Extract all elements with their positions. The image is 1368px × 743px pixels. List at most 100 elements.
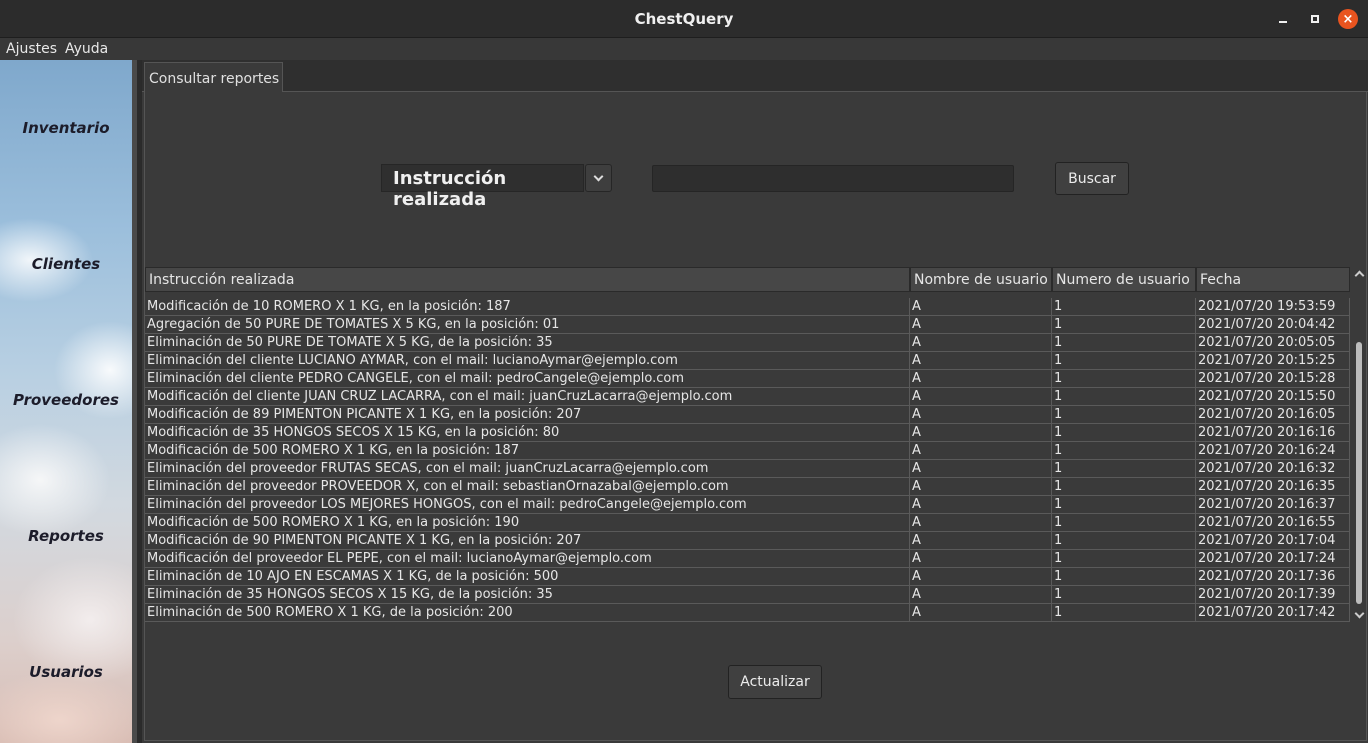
column-header-nombre-usuario[interactable]: Nombre de usuario bbox=[910, 267, 1052, 292]
cell-nombre-usuario: A bbox=[910, 478, 1052, 496]
cell-instruccion: Eliminación de 500 ROMERO X 1 KG, de la … bbox=[145, 604, 910, 622]
sidebar-item-proveedores[interactable]: Proveedores bbox=[0, 391, 132, 409]
minimize-button[interactable] bbox=[1273, 9, 1293, 29]
cell-instruccion: Modificación de 89 PIMENTON PICANTE X 1 … bbox=[145, 406, 910, 424]
cell-numero-usuario: 1 bbox=[1052, 442, 1196, 460]
cell-instruccion: Agregación de 50 PURE DE TOMATES X 5 KG,… bbox=[145, 316, 910, 334]
main-panel: Consultar reportes Instrucción realizada… bbox=[141, 60, 1368, 743]
column-header-numero-usuario[interactable]: Numero de usuario bbox=[1052, 267, 1196, 292]
title-bar: ChestQuery × bbox=[0, 0, 1368, 38]
tab-consultar-reportes[interactable]: Consultar reportes bbox=[144, 62, 283, 92]
close-button[interactable]: × bbox=[1338, 9, 1358, 29]
sidebar-item-clientes[interactable]: Clientes bbox=[0, 255, 132, 273]
search-button[interactable]: Buscar bbox=[1055, 162, 1129, 195]
maximize-icon bbox=[1311, 15, 1319, 23]
cell-fecha: 2021/07/20 20:15:50 bbox=[1196, 388, 1350, 406]
cell-numero-usuario: 1 bbox=[1052, 604, 1196, 622]
cell-numero-usuario: 1 bbox=[1052, 586, 1196, 604]
cell-instruccion: Modificación de 10 ROMERO X 1 KG, en la … bbox=[145, 298, 910, 316]
table-row[interactable]: Modificación de 35 HONGOS SECOS X 15 KG,… bbox=[145, 424, 1350, 442]
maximize-button[interactable] bbox=[1305, 9, 1325, 29]
cell-nombre-usuario: A bbox=[910, 568, 1052, 586]
table-row[interactable]: Eliminación de 10 AJO EN ESCAMAS X 1 KG,… bbox=[145, 568, 1350, 586]
cell-numero-usuario: 1 bbox=[1052, 388, 1196, 406]
table-row[interactable]: Modificación del proveedor EL PEPE, con … bbox=[145, 550, 1350, 568]
cell-instruccion: Eliminación de 10 AJO EN ESCAMAS X 1 KG,… bbox=[145, 568, 910, 586]
cell-instruccion: Eliminación del cliente PEDRO CANGELE, c… bbox=[145, 370, 910, 388]
cell-numero-usuario: 1 bbox=[1052, 424, 1196, 442]
cell-fecha: 2021/07/20 20:05:05 bbox=[1196, 334, 1350, 352]
table-header: Instrucción realizada Nombre de usuario … bbox=[145, 267, 1350, 292]
sidebar: Inventario Clientes Proveedores Reportes… bbox=[0, 60, 137, 743]
refresh-button[interactable]: Actualizar bbox=[728, 665, 822, 699]
reports-table: Instrucción realizada Nombre de usuario … bbox=[145, 267, 1350, 623]
cell-fecha: 2021/07/20 19:53:59 bbox=[1196, 298, 1350, 316]
table-row[interactable]: Eliminación de 500 ROMERO X 1 KG, de la … bbox=[145, 604, 1350, 622]
table-row[interactable]: Modificación del cliente JUAN CRUZ LACAR… bbox=[145, 388, 1350, 406]
scroll-down-icon[interactable] bbox=[1354, 610, 1364, 620]
cell-numero-usuario: 1 bbox=[1052, 532, 1196, 550]
cell-instruccion: Modificación de 90 PIMENTON PICANTE X 1 … bbox=[145, 532, 910, 550]
table-row[interactable]: Eliminación del cliente LUCIANO AYMAR, c… bbox=[145, 352, 1350, 370]
scroll-thumb[interactable] bbox=[1356, 342, 1362, 604]
table-row[interactable]: Eliminación de 50 PURE DE TOMATE X 5 KG,… bbox=[145, 334, 1350, 352]
table-body: Modificación de 10 ROMERO X 1 KG, en la … bbox=[145, 292, 1350, 623]
table-row[interactable]: Eliminación del proveedor PROVEEDOR X, c… bbox=[145, 478, 1350, 496]
cell-fecha: 2021/07/20 20:16:16 bbox=[1196, 424, 1350, 442]
column-header-fecha[interactable]: Fecha bbox=[1196, 267, 1350, 292]
cell-fecha: 2021/07/20 20:17:24 bbox=[1196, 550, 1350, 568]
cell-instruccion: Eliminación del proveedor LOS MEJORES HO… bbox=[145, 496, 910, 514]
cell-fecha: 2021/07/20 20:17:42 bbox=[1196, 604, 1350, 622]
cell-numero-usuario: 1 bbox=[1052, 550, 1196, 568]
cell-nombre-usuario: A bbox=[910, 334, 1052, 352]
table-row[interactable]: Eliminación del proveedor LOS MEJORES HO… bbox=[145, 496, 1350, 514]
cell-fecha: 2021/07/20 20:16:37 bbox=[1196, 496, 1350, 514]
menu-ayuda[interactable]: Ayuda bbox=[65, 41, 108, 57]
table-row[interactable]: Eliminación de 35 HONGOS SECOS X 15 KG, … bbox=[145, 586, 1350, 604]
cell-nombre-usuario: A bbox=[910, 496, 1052, 514]
cell-numero-usuario: 1 bbox=[1052, 298, 1196, 316]
close-icon: × bbox=[1342, 11, 1354, 27]
menu-ajustes[interactable]: Ajustes bbox=[6, 41, 57, 57]
cell-numero-usuario: 1 bbox=[1052, 478, 1196, 496]
sidebar-item-reportes[interactable]: Reportes bbox=[0, 527, 132, 545]
cell-nombre-usuario: A bbox=[910, 604, 1052, 622]
table-row[interactable]: Agregación de 50 PURE DE TOMATES X 5 KG,… bbox=[145, 316, 1350, 334]
cell-instruccion: Eliminación de 50 PURE DE TOMATE X 5 KG,… bbox=[145, 334, 910, 352]
filter-dropdown-button[interactable] bbox=[585, 164, 612, 192]
cell-fecha: 2021/07/20 20:15:28 bbox=[1196, 370, 1350, 388]
chevron-down-icon bbox=[593, 171, 604, 181]
cell-nombre-usuario: A bbox=[910, 514, 1052, 532]
cell-instruccion: Eliminación del proveedor PROVEEDOR X, c… bbox=[145, 478, 910, 496]
filter-column-select[interactable]: Instrucción realizada bbox=[381, 164, 584, 210]
table-row[interactable]: Modificación de 500 ROMERO X 1 KG, en la… bbox=[145, 514, 1350, 532]
table-row[interactable]: Eliminación del cliente PEDRO CANGELE, c… bbox=[145, 370, 1350, 388]
cell-fecha: 2021/07/20 20:17:39 bbox=[1196, 586, 1350, 604]
cell-numero-usuario: 1 bbox=[1052, 316, 1196, 334]
cell-instruccion: Eliminación del cliente LUCIANO AYMAR, c… bbox=[145, 352, 910, 370]
cell-numero-usuario: 1 bbox=[1052, 496, 1196, 514]
cell-numero-usuario: 1 bbox=[1052, 568, 1196, 586]
table-scrollbar[interactable] bbox=[1352, 267, 1366, 623]
cell-instruccion: Modificación del proveedor EL PEPE, con … bbox=[145, 550, 910, 568]
cell-numero-usuario: 1 bbox=[1052, 406, 1196, 424]
table-row[interactable]: Eliminación del proveedor FRUTAS SECAS, … bbox=[145, 460, 1350, 478]
cell-fecha: 2021/07/20 20:16:32 bbox=[1196, 460, 1350, 478]
search-input[interactable] bbox=[652, 165, 1014, 192]
table-row[interactable]: Modificación de 500 ROMERO X 1 KG, en la… bbox=[145, 442, 1350, 460]
column-header-instruccion[interactable]: Instrucción realizada bbox=[145, 267, 910, 292]
cell-instruccion: Modificación de 500 ROMERO X 1 KG, en la… bbox=[145, 514, 910, 532]
cell-fecha: 2021/07/20 20:15:25 bbox=[1196, 352, 1350, 370]
reports-content: Instrucción realizada Buscar Instrucción… bbox=[144, 92, 1367, 741]
table-row[interactable]: Modificación de 90 PIMENTON PICANTE X 1 … bbox=[145, 532, 1350, 550]
table-row[interactable]: Modificación de 89 PIMENTON PICANTE X 1 … bbox=[145, 406, 1350, 424]
table-row[interactable]: Modificación de 10 ROMERO X 1 KG, en la … bbox=[145, 298, 1350, 316]
cell-nombre-usuario: A bbox=[910, 298, 1052, 316]
sidebar-item-inventario[interactable]: Inventario bbox=[0, 119, 132, 137]
scroll-up-icon[interactable] bbox=[1354, 269, 1364, 279]
cell-fecha: 2021/07/20 20:17:04 bbox=[1196, 532, 1350, 550]
cell-nombre-usuario: A bbox=[910, 352, 1052, 370]
sidebar-item-usuarios[interactable]: Usuarios bbox=[0, 663, 132, 681]
cell-numero-usuario: 1 bbox=[1052, 370, 1196, 388]
cell-fecha: 2021/07/20 20:16:24 bbox=[1196, 442, 1350, 460]
